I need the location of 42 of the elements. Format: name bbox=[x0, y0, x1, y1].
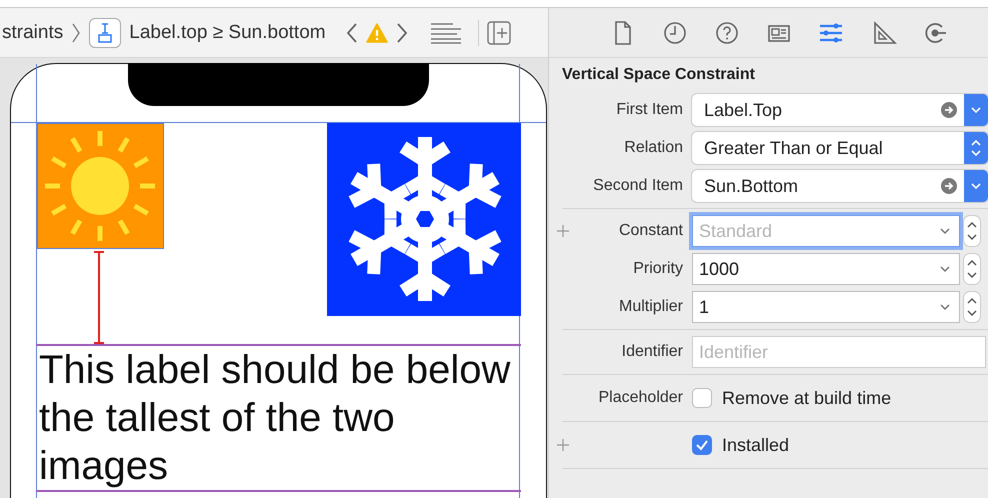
breadcrumb-item[interactable]: straints bbox=[2, 22, 64, 44]
field-label: Priority bbox=[632, 260, 683, 278]
stepper[interactable] bbox=[964, 216, 980, 246]
checkbox-label: Remove at build time bbox=[722, 388, 892, 408]
stepper[interactable] bbox=[964, 292, 980, 322]
combo-field[interactable]: 1 bbox=[692, 291, 960, 323]
checkbox-label: Installed bbox=[722, 434, 790, 456]
relation-popup[interactable]: Greater Than or Equal bbox=[692, 132, 988, 164]
label-text[interactable]: This label should be below the tallest of the two images bbox=[36, 344, 521, 492]
chevron-down-icon bbox=[939, 303, 951, 311]
chevron-left-icon[interactable] bbox=[346, 22, 358, 44]
stepper[interactable] bbox=[964, 254, 980, 284]
sun-image[interactable] bbox=[37, 123, 164, 249]
snowflake-image[interactable] bbox=[327, 123, 521, 316]
combo-field[interactable]: 1000 bbox=[692, 253, 960, 285]
arrow-circle-icon[interactable] bbox=[940, 177, 958, 195]
chevron-right-icon[interactable] bbox=[396, 22, 408, 44]
constraint-ibeam[interactable] bbox=[93, 251, 105, 344]
field-label: Relation bbox=[623, 139, 683, 157]
chevron-down-icon bbox=[970, 106, 982, 114]
field-label: Second Item bbox=[592, 177, 683, 195]
chevron-down-icon bbox=[939, 265, 951, 273]
constraint-icon bbox=[89, 18, 122, 48]
lines-icon[interactable] bbox=[430, 22, 462, 44]
up-down-icon bbox=[970, 138, 982, 158]
add-editor-icon[interactable] bbox=[486, 20, 511, 44]
field-label: Placeholder bbox=[598, 389, 683, 407]
field-label: Constant bbox=[618, 222, 683, 240]
breadcrumb-item[interactable]: Label.top ≥ Sun.bottom bbox=[129, 22, 326, 44]
arrow-circle-icon[interactable] bbox=[940, 101, 958, 119]
item-popup[interactable]: Label.Top bbox=[692, 94, 988, 126]
field-label: Identifier bbox=[620, 343, 683, 361]
checkbox[interactable] bbox=[692, 388, 712, 408]
checkmark-icon bbox=[695, 439, 709, 451]
field-label: First Item bbox=[615, 101, 683, 119]
breadcrumb-chevron-icon bbox=[71, 22, 82, 44]
chevron-down-icon bbox=[939, 227, 951, 235]
checkbox[interactable] bbox=[692, 435, 712, 455]
chevron-down-icon bbox=[970, 182, 982, 190]
inspector-title: Vertical Space Constraint bbox=[562, 66, 756, 84]
item-popup[interactable]: Sun.Bottom bbox=[692, 170, 988, 202]
field-label: Multiplier bbox=[618, 298, 683, 316]
